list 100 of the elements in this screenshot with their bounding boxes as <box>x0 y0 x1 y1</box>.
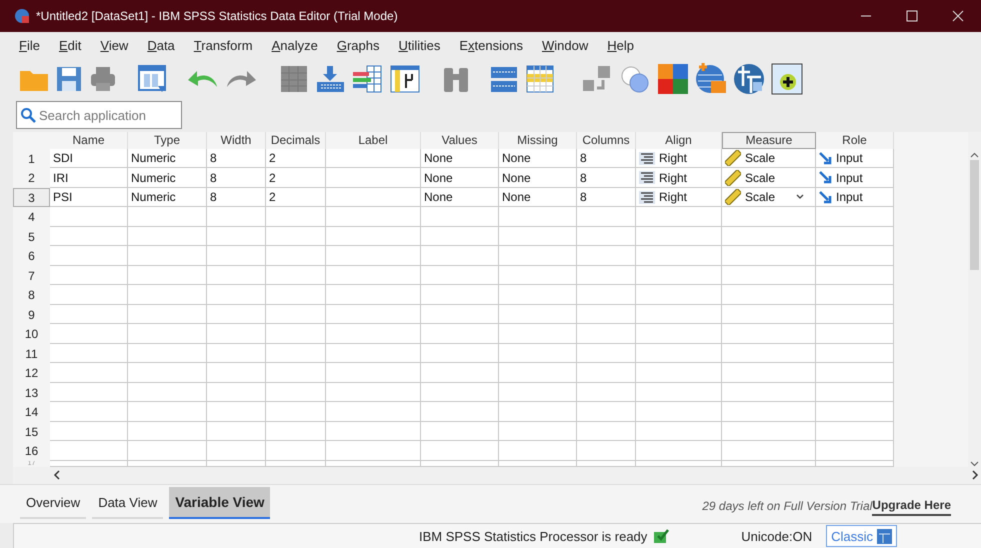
row-number[interactable]: 3 <box>13 188 50 208</box>
table-cell: 8 <box>580 190 587 204</box>
row-number[interactable]: 12 <box>13 363 50 383</box>
table-cell: 8 <box>210 151 217 165</box>
globe-table-icon[interactable] <box>695 63 727 96</box>
menu-item[interactable]: Window <box>534 38 596 54</box>
table-cell <box>207 441 266 461</box>
table-cell <box>207 324 266 344</box>
table-cell: 2 <box>269 190 276 204</box>
row-number[interactable]: 15 <box>13 422 50 442</box>
menu-item[interactable]: Edit <box>52 38 90 54</box>
row-number[interactable]: 5 <box>13 226 50 246</box>
table-cell: Right <box>659 151 688 165</box>
table-cell: Input <box>836 151 863 165</box>
table-cell <box>577 226 636 246</box>
scroll-down-icon[interactable] <box>970 460 979 467</box>
row-number[interactable]: 2 <box>13 168 50 188</box>
upgrade-link[interactable]: Upgrade Here <box>872 498 951 516</box>
menu-item[interactable]: Graphs <box>330 38 388 54</box>
table-bars-icon[interactable] <box>351 64 383 94</box>
table-cell: Scale <box>745 190 776 204</box>
row-number[interactable]: 14 <box>13 402 50 422</box>
table-cell: Right <box>659 190 688 204</box>
search-icon <box>20 107 36 124</box>
maximize-icon[interactable] <box>906 10 918 22</box>
row-number[interactable]: 11 <box>13 344 50 364</box>
table-cell: Scale <box>745 170 776 184</box>
menu-item[interactable]: Utilities <box>391 38 448 54</box>
table-cell: 2 <box>269 170 276 184</box>
table-cell: Numeric <box>131 151 176 165</box>
table-cell <box>207 266 266 286</box>
variable-table-icon[interactable] <box>389 64 421 94</box>
menu-item[interactable]: Extensions <box>452 38 531 54</box>
table-cell: None <box>424 151 453 165</box>
menu-item[interactable]: Analyze <box>264 38 326 54</box>
split-view-icon[interactable] <box>733 63 765 96</box>
close-icon[interactable] <box>952 10 964 22</box>
table-cell <box>207 382 266 402</box>
input-arrow-icon <box>819 190 832 204</box>
table-cell <box>266 441 326 461</box>
table-cell: Numeric <box>131 190 176 204</box>
table-cell: 8 <box>210 170 217 184</box>
column-header[interactable]: Measure <box>722 132 816 149</box>
menu-item[interactable]: File <box>12 38 48 54</box>
row-number[interactable]: 7 <box>13 266 50 286</box>
table-cell <box>577 344 636 364</box>
table-cell <box>577 266 636 286</box>
scroll-right-icon[interactable] <box>971 470 979 480</box>
row-number[interactable]: 13 <box>13 382 50 402</box>
trial-note: 29 days left on Full Version Trial <box>702 499 872 514</box>
classic-mode-button[interactable]: Classic <box>826 525 897 548</box>
table-cell: None <box>424 170 453 184</box>
table-cell <box>207 285 266 305</box>
scroll-left-icon[interactable] <box>53 470 61 480</box>
view-tab[interactable]: Overview <box>20 487 86 520</box>
row-number[interactable]: 8 <box>13 285 50 305</box>
table-cell <box>266 304 326 324</box>
table-cell: Numeric <box>131 170 176 184</box>
table-cell: 8 <box>580 170 587 184</box>
row-number[interactable]: 1 <box>13 148 50 168</box>
search-field[interactable]: Search application <box>16 101 182 130</box>
table-cell <box>577 304 636 324</box>
row-number[interactable]: 16 <box>13 441 50 461</box>
table-cell: Scale <box>745 151 776 165</box>
scrollbar-thumb[interactable] <box>970 160 979 270</box>
highlight-table-icon[interactable] <box>525 64 555 94</box>
input-arrow-icon <box>819 152 832 164</box>
menu-item[interactable]: View <box>93 38 136 54</box>
grid-icon[interactable] <box>279 64 309 94</box>
color-squares-icon[interactable] <box>657 63 689 96</box>
view-tab[interactable]: Data View <box>92 487 164 520</box>
row-number[interactable]: 10 <box>13 324 50 344</box>
align-right-icon <box>639 190 655 204</box>
row-number[interactable]: 6 <box>13 246 50 266</box>
row-number[interactable]: 4 <box>13 207 50 227</box>
circles-icon[interactable] <box>619 64 651 94</box>
row-number[interactable]: 9 <box>13 304 50 324</box>
import-icon[interactable] <box>315 64 345 94</box>
table-cell <box>577 441 636 461</box>
align-right-icon <box>639 171 655 184</box>
table-cell <box>577 422 636 442</box>
table-cell: None <box>502 151 531 165</box>
menu-item[interactable]: Data <box>140 38 183 54</box>
table-cell: SDI <box>53 151 74 165</box>
printer-icon[interactable] <box>89 65 117 94</box>
split-table-icon[interactable] <box>489 64 519 94</box>
menu-item[interactable]: Help <box>600 38 642 54</box>
table-cell <box>266 246 326 266</box>
menu-item[interactable]: Transform <box>186 38 261 54</box>
scroll-up-icon[interactable] <box>970 152 979 158</box>
table-cell <box>577 382 636 402</box>
table-cell: 2 <box>269 151 276 165</box>
view-tab[interactable]: Variable View <box>169 487 270 520</box>
table-cell: 8 <box>210 190 217 204</box>
caret-icon[interactable] <box>795 193 805 201</box>
table-cell <box>266 363 326 383</box>
save-icon[interactable] <box>55 65 83 94</box>
align-right-icon <box>639 152 655 164</box>
encoding-status: Unicode:ON <box>741 528 812 544</box>
table-cell: Right <box>659 170 688 184</box>
